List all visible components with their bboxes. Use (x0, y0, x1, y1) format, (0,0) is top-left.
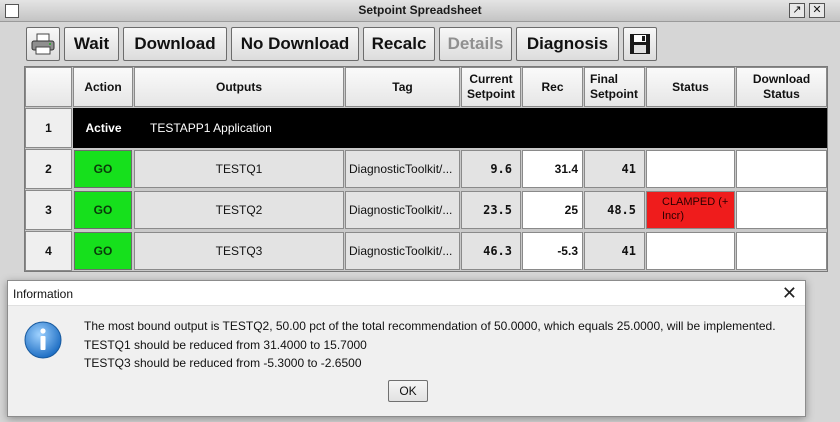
application-name: TESTAPP1 Application (150, 121, 272, 135)
setpoint-table: Action Outputs Tag Current Setpoint Rec … (24, 66, 828, 272)
rec-cell[interactable]: 31.4 (522, 150, 583, 188)
final-setpoint-cell[interactable]: 48.5 (584, 191, 645, 229)
header-outputs: Outputs (134, 67, 344, 107)
print-button[interactable] (26, 27, 60, 61)
ok-button[interactable]: OK (388, 380, 428, 402)
final-setpoint-cell[interactable]: 41 (584, 150, 645, 188)
status-cell[interactable] (646, 150, 735, 188)
header-action: Action (73, 67, 133, 107)
dialog-message-line: The most bound output is TESTQ2, 50.00 p… (84, 319, 776, 333)
output-cell[interactable]: TESTQ1 (134, 150, 344, 188)
active-label: Active (85, 121, 122, 135)
printer-icon (31, 33, 55, 55)
current-setpoint-cell[interactable]: 46.3 (461, 232, 521, 270)
recalc-button[interactable]: Recalc (363, 27, 435, 61)
header-current-setpoint: Current Setpoint (461, 67, 521, 107)
download-status-cell[interactable] (736, 191, 827, 229)
no-download-button[interactable]: No Download (231, 27, 359, 61)
output-cell[interactable]: TESTQ2 (134, 191, 344, 229)
details-button[interactable]: Details (439, 27, 512, 61)
status-badge-clamped[interactable]: CLAMPED (+ Incr) (646, 191, 735, 229)
window-title-bar[interactable]: Setpoint Spreadsheet ↗ ✕ (0, 0, 840, 22)
tag-cell[interactable]: DiagnosticToolkit/... (345, 150, 460, 188)
header-download-status: Download Status (736, 67, 827, 107)
header-corner (25, 67, 72, 107)
rec-cell[interactable]: 25 (522, 191, 583, 229)
diagnosis-button[interactable]: Diagnosis (516, 27, 619, 61)
tag-cell[interactable]: DiagnosticToolkit/... (345, 232, 460, 270)
current-setpoint-cell[interactable]: 23.5 (461, 191, 521, 229)
floppy-disk-icon (630, 34, 650, 54)
restore-button[interactable]: ↗ (789, 3, 805, 18)
header-rec: Rec (522, 67, 583, 107)
save-button[interactable] (623, 27, 657, 61)
application-row[interactable]: Active TESTAPP1 Application (73, 108, 827, 148)
dialog-message-line: TESTQ3 should be reduced from -5.3000 to… (84, 356, 362, 370)
status-cell[interactable] (646, 232, 735, 270)
download-status-cell[interactable] (736, 150, 827, 188)
row-number[interactable]: 3 (25, 190, 72, 230)
download-button[interactable]: Download (123, 27, 227, 61)
tag-cell[interactable]: DiagnosticToolkit/... (345, 191, 460, 229)
header-final-setpoint: Final Setpoint (584, 67, 645, 107)
download-status-cell[interactable] (736, 232, 827, 270)
wait-button[interactable]: Wait (64, 27, 119, 61)
header-tag: Tag (345, 67, 460, 107)
go-button[interactable]: GO (74, 232, 132, 270)
header-status: Status (646, 67, 735, 107)
close-window-button[interactable]: ✕ (809, 3, 825, 18)
final-setpoint-cell[interactable]: 41 (584, 232, 645, 270)
row-number[interactable]: 4 (25, 231, 72, 271)
dialog-message-line: TESTQ1 should be reduced from 31.4000 to… (84, 338, 367, 352)
information-dialog: Information ✕ The most bound output is T… (7, 280, 806, 417)
current-setpoint-cell[interactable]: 9.6 (461, 150, 521, 188)
row-number[interactable]: 1 (25, 108, 72, 148)
dialog-title: Information (13, 287, 74, 301)
go-button[interactable]: GO (74, 150, 132, 188)
info-icon (24, 321, 62, 359)
window-title: Setpoint Spreadsheet (358, 3, 482, 17)
go-button[interactable]: GO (74, 191, 132, 229)
rec-cell[interactable]: -5.3 (522, 232, 583, 270)
output-cell[interactable]: TESTQ3 (134, 232, 344, 270)
row-number[interactable]: 2 (25, 149, 72, 189)
dialog-title-bar[interactable]: Information ✕ (8, 281, 805, 306)
dialog-close-button[interactable]: ✕ (782, 283, 797, 303)
